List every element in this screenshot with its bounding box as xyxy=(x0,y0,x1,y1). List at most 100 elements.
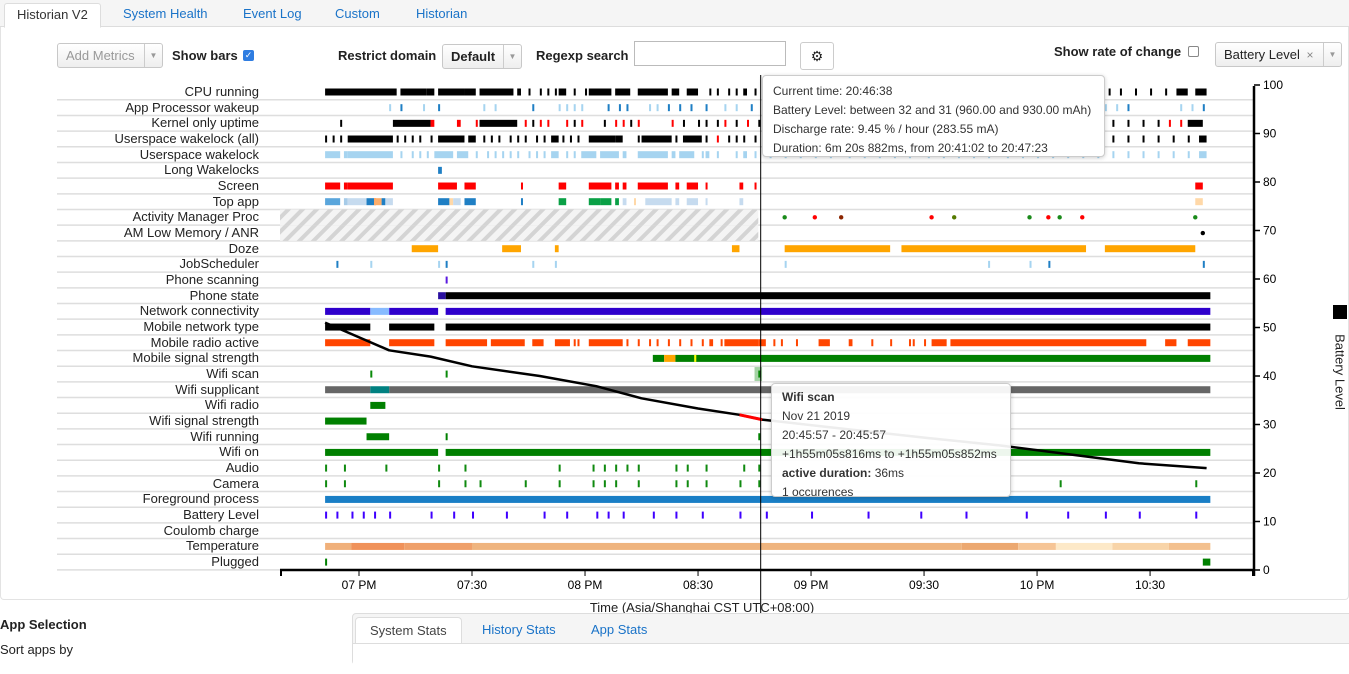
timeline-bar xyxy=(1168,542,1211,550)
timeline-tick xyxy=(716,88,719,96)
tab-system-stats[interactable]: System Stats xyxy=(355,617,462,644)
timeline-bar xyxy=(739,198,744,206)
timeline-tick xyxy=(438,464,441,472)
timeline-tick xyxy=(543,151,546,159)
timeline-bar xyxy=(325,417,367,425)
timeline-tick xyxy=(667,104,670,112)
timeline-tick xyxy=(343,464,346,472)
timeline-tick xyxy=(558,464,561,472)
timeline-tick xyxy=(1025,511,1028,519)
timeline-bar xyxy=(532,339,544,347)
timeline-bar xyxy=(325,495,1211,503)
timeline-tick xyxy=(528,151,531,159)
timeline-tick xyxy=(1104,104,1107,112)
timeline-bar xyxy=(426,88,435,96)
timeline-tick xyxy=(475,151,478,159)
timeline-tick xyxy=(1202,104,1205,112)
timeline-bar xyxy=(694,354,1211,362)
x-tick-label: 07 PM xyxy=(342,578,377,592)
timeline-tick xyxy=(438,104,441,112)
timeline-tick xyxy=(735,119,738,127)
timeline-tick xyxy=(1108,88,1111,96)
timeline-tick xyxy=(705,104,708,112)
timeline-tick xyxy=(445,276,448,284)
timeline-tick xyxy=(924,339,927,347)
timeline-tick xyxy=(615,119,618,127)
timeline-bar xyxy=(554,339,570,347)
timeline-tick xyxy=(1187,135,1190,143)
x-tick-label: 07:30 xyxy=(457,578,487,592)
timeline-tick xyxy=(573,119,576,127)
timeline-tick xyxy=(1112,135,1115,143)
timeline-tick xyxy=(890,339,893,347)
timeline-bar xyxy=(588,198,601,206)
timeline-tick xyxy=(1127,151,1130,159)
timeline-tick xyxy=(430,135,433,143)
timeline-tick xyxy=(585,88,588,96)
timeline-tick xyxy=(1127,104,1130,112)
tooltip-current-time: Current time: 20:46:38 xyxy=(773,84,893,98)
timeline-tick xyxy=(573,339,576,347)
timeline-bar xyxy=(588,339,623,347)
timeline-tick xyxy=(325,135,328,143)
timeline-tick xyxy=(626,104,629,112)
timeline-bar xyxy=(381,198,386,206)
timeline-chart[interactable]: 07 PM 07:30 08 PM 08:30 09 PM 09:30 10 PM 10:30… xyxy=(0,0,1349,620)
timeline-tick xyxy=(765,511,768,519)
timeline-bar xyxy=(370,401,386,409)
timeline-bar xyxy=(1176,88,1188,96)
timeline-bar xyxy=(588,88,612,96)
timeline-tick xyxy=(1150,88,1153,96)
timeline-tick xyxy=(547,119,550,127)
timeline-bar xyxy=(343,198,348,206)
timeline-tick xyxy=(1157,119,1160,127)
timeline-tick xyxy=(615,464,618,472)
no-data-region xyxy=(280,225,759,241)
timeline-tick xyxy=(569,135,572,143)
event-dot xyxy=(951,215,957,220)
timeline-bar xyxy=(479,88,514,96)
timeline-tick xyxy=(705,480,708,488)
event-dot xyxy=(1027,215,1032,220)
timeline-tick xyxy=(701,151,704,159)
timeline-bar xyxy=(622,198,627,206)
y-tick-label: 80 xyxy=(1263,175,1277,189)
timeline-tick xyxy=(622,511,625,519)
stats-panel: System Stats History Stats App Stats xyxy=(352,613,1349,674)
timeline-bar xyxy=(588,135,616,143)
timeline-tick xyxy=(637,119,640,127)
timeline-tick xyxy=(562,135,565,143)
timeline-bar xyxy=(686,182,699,190)
timeline-tick xyxy=(509,135,512,143)
tab-app-stats[interactable]: App Stats xyxy=(591,617,647,643)
timeline-tick xyxy=(603,464,606,472)
timeline-bar xyxy=(445,323,1211,331)
timeline-bar xyxy=(449,198,454,206)
timeline-bar xyxy=(445,339,488,347)
timeline-bar xyxy=(445,307,1211,315)
tooltip-offset: +1h55m05s816ms to +1h55m05s852ms xyxy=(782,447,997,461)
timeline-tick xyxy=(430,511,433,519)
timeline-tick xyxy=(780,339,783,347)
timeline-bar xyxy=(490,339,525,347)
timeline-tick xyxy=(649,104,652,112)
tooltip-active-duration-label: active duration: xyxy=(782,466,872,480)
y-tick-label: 90 xyxy=(1263,127,1277,141)
timeline-bar xyxy=(325,151,341,159)
tab-history-stats[interactable]: History Stats xyxy=(482,617,556,643)
timeline-tick xyxy=(453,511,456,519)
timeline-tick xyxy=(1067,511,1070,519)
timeline-bar xyxy=(366,198,375,206)
timeline-tick xyxy=(1187,151,1190,159)
timeline-bar xyxy=(615,135,623,143)
timeline-bar xyxy=(1195,182,1203,190)
timeline-tick xyxy=(1127,135,1130,143)
timeline-tick xyxy=(867,511,870,519)
timeline-tick xyxy=(705,182,708,190)
timeline-tick xyxy=(686,480,689,488)
timeline-tick xyxy=(728,88,731,96)
timeline-tick xyxy=(637,135,640,143)
timeline-bar xyxy=(615,182,619,190)
y-tick-label: 0 xyxy=(1263,563,1270,577)
no-data-region xyxy=(280,209,759,226)
